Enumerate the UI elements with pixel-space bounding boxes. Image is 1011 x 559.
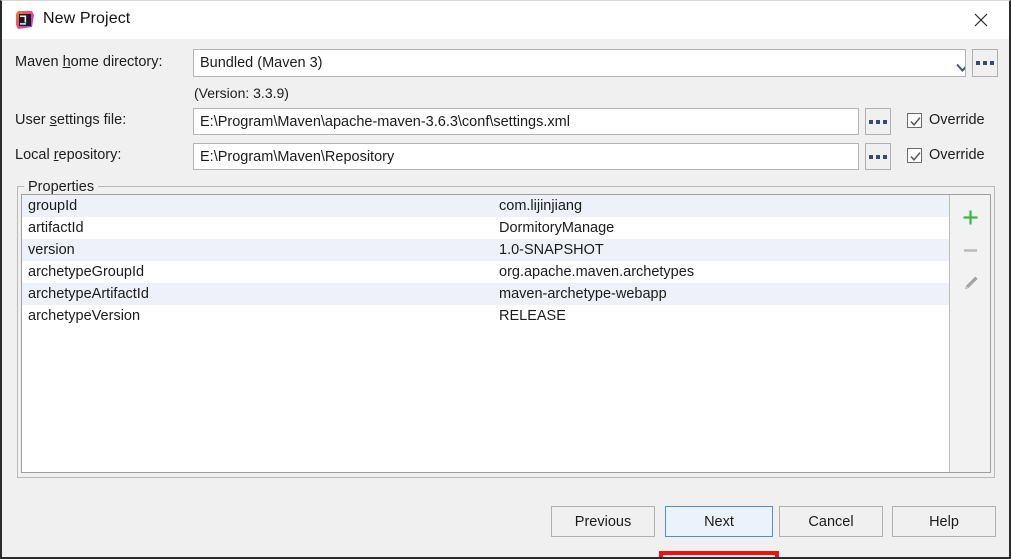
ellipsis-dot [976, 61, 980, 65]
remove-property-button[interactable] [950, 234, 991, 267]
ellipsis-dot [883, 154, 887, 159]
previous-button[interactable]: Previous [551, 506, 655, 537]
property-key: archetypeVersion [28, 308, 141, 324]
maven-version-note: (Version: 3.3.9) [194, 85, 289, 101]
property-value: 1.0-SNAPSHOT [499, 242, 604, 258]
next-button-highlight-annotation [659, 551, 779, 557]
checkbox-checked-icon [907, 147, 922, 163]
edit-property-button[interactable] [950, 267, 991, 300]
properties-group-label: Properties [24, 179, 99, 195]
cancel-button[interactable]: Cancel [779, 506, 883, 537]
property-value: DormitoryManage [499, 220, 615, 236]
user-settings-override-checkbox[interactable]: Override [907, 112, 985, 128]
local-repository-input[interactable]: E:\Program\Maven\Repository [193, 143, 859, 170]
table-row[interactable]: artifactId DormitoryManage [22, 217, 949, 239]
ellipsis-dot [876, 154, 880, 159]
next-button[interactable]: Next [665, 506, 773, 537]
table-row[interactable]: groupId com.lijinjiang [22, 195, 949, 217]
minus-icon [962, 242, 979, 259]
table-row[interactable]: version 1.0-SNAPSHOT [22, 239, 949, 261]
ellipsis-dot [883, 119, 887, 124]
property-value: org.apache.maven.archetypes [499, 264, 695, 280]
local-repository-value: E:\Program\Maven\Repository [200, 148, 395, 165]
property-value: com.lijinjiang [499, 198, 583, 214]
properties-panel: groupId com.lijinjiang artifactId Dormitory… [21, 194, 991, 473]
help-button[interactable]: Help [892, 506, 996, 537]
ellipsis-dot [869, 119, 873, 124]
dialog-body: Maven home directory: Bundled (Maven 3) … [2, 39, 1009, 557]
maven-home-directory-combo[interactable]: Bundled (Maven 3) [193, 49, 966, 77]
property-value: maven-archetype-webapp [499, 286, 667, 302]
close-icon[interactable] [953, 1, 1009, 38]
local-repository-browse-button[interactable] [865, 143, 891, 170]
maven-home-browse-button[interactable] [972, 49, 998, 77]
pencil-icon [962, 275, 979, 292]
intellij-idea-icon [15, 10, 35, 30]
ellipsis-dot [983, 61, 987, 65]
new-project-dialog: New Project Maven home directory: Bundle… [0, 0, 1011, 559]
ellipsis-dot [876, 119, 880, 124]
plus-icon [962, 209, 979, 226]
table-row[interactable]: archetypeVersion RELEASE [22, 305, 949, 327]
checkbox-checked-icon [907, 112, 922, 128]
table-row[interactable]: archetypeGroupId org.apache.maven.archety… [22, 261, 949, 283]
property-key: artifactId [28, 220, 84, 236]
property-key: groupId [28, 198, 78, 214]
ellipsis-dot [990, 61, 994, 65]
user-settings-file-value: E:\Program\Maven\apache-maven-3.6.3\conf… [200, 113, 570, 130]
property-value: RELEASE [499, 308, 566, 324]
local-repository-override-checkbox[interactable]: Override [907, 147, 985, 163]
add-property-button[interactable] [950, 201, 991, 234]
title-bar: New Project [2, 1, 1009, 40]
user-settings-override-label: Override [929, 112, 985, 128]
window-title: New Project [43, 10, 131, 27]
properties-table[interactable]: groupId com.lijinjiang artifactId Dormitory… [22, 195, 949, 472]
properties-toolbar [949, 195, 990, 472]
maven-home-directory-label: Maven home directory: [15, 54, 163, 70]
maven-home-directory-value: Bundled (Maven 3) [200, 55, 323, 71]
user-settings-file-input[interactable]: E:\Program\Maven\apache-maven-3.6.3\conf… [193, 108, 859, 135]
local-repository-override-label: Override [929, 147, 985, 163]
user-settings-file-label: User settings file: [15, 112, 127, 128]
local-repository-label: Local repository: [15, 147, 122, 163]
table-row[interactable]: archetypeArtifactId maven-archetype-webap… [22, 283, 949, 305]
property-key: version [28, 242, 75, 258]
ellipsis-dot [869, 154, 873, 159]
user-settings-browse-button[interactable] [865, 108, 891, 135]
property-key: archetypeGroupId [28, 264, 145, 280]
property-key: archetypeArtifactId [28, 286, 149, 302]
